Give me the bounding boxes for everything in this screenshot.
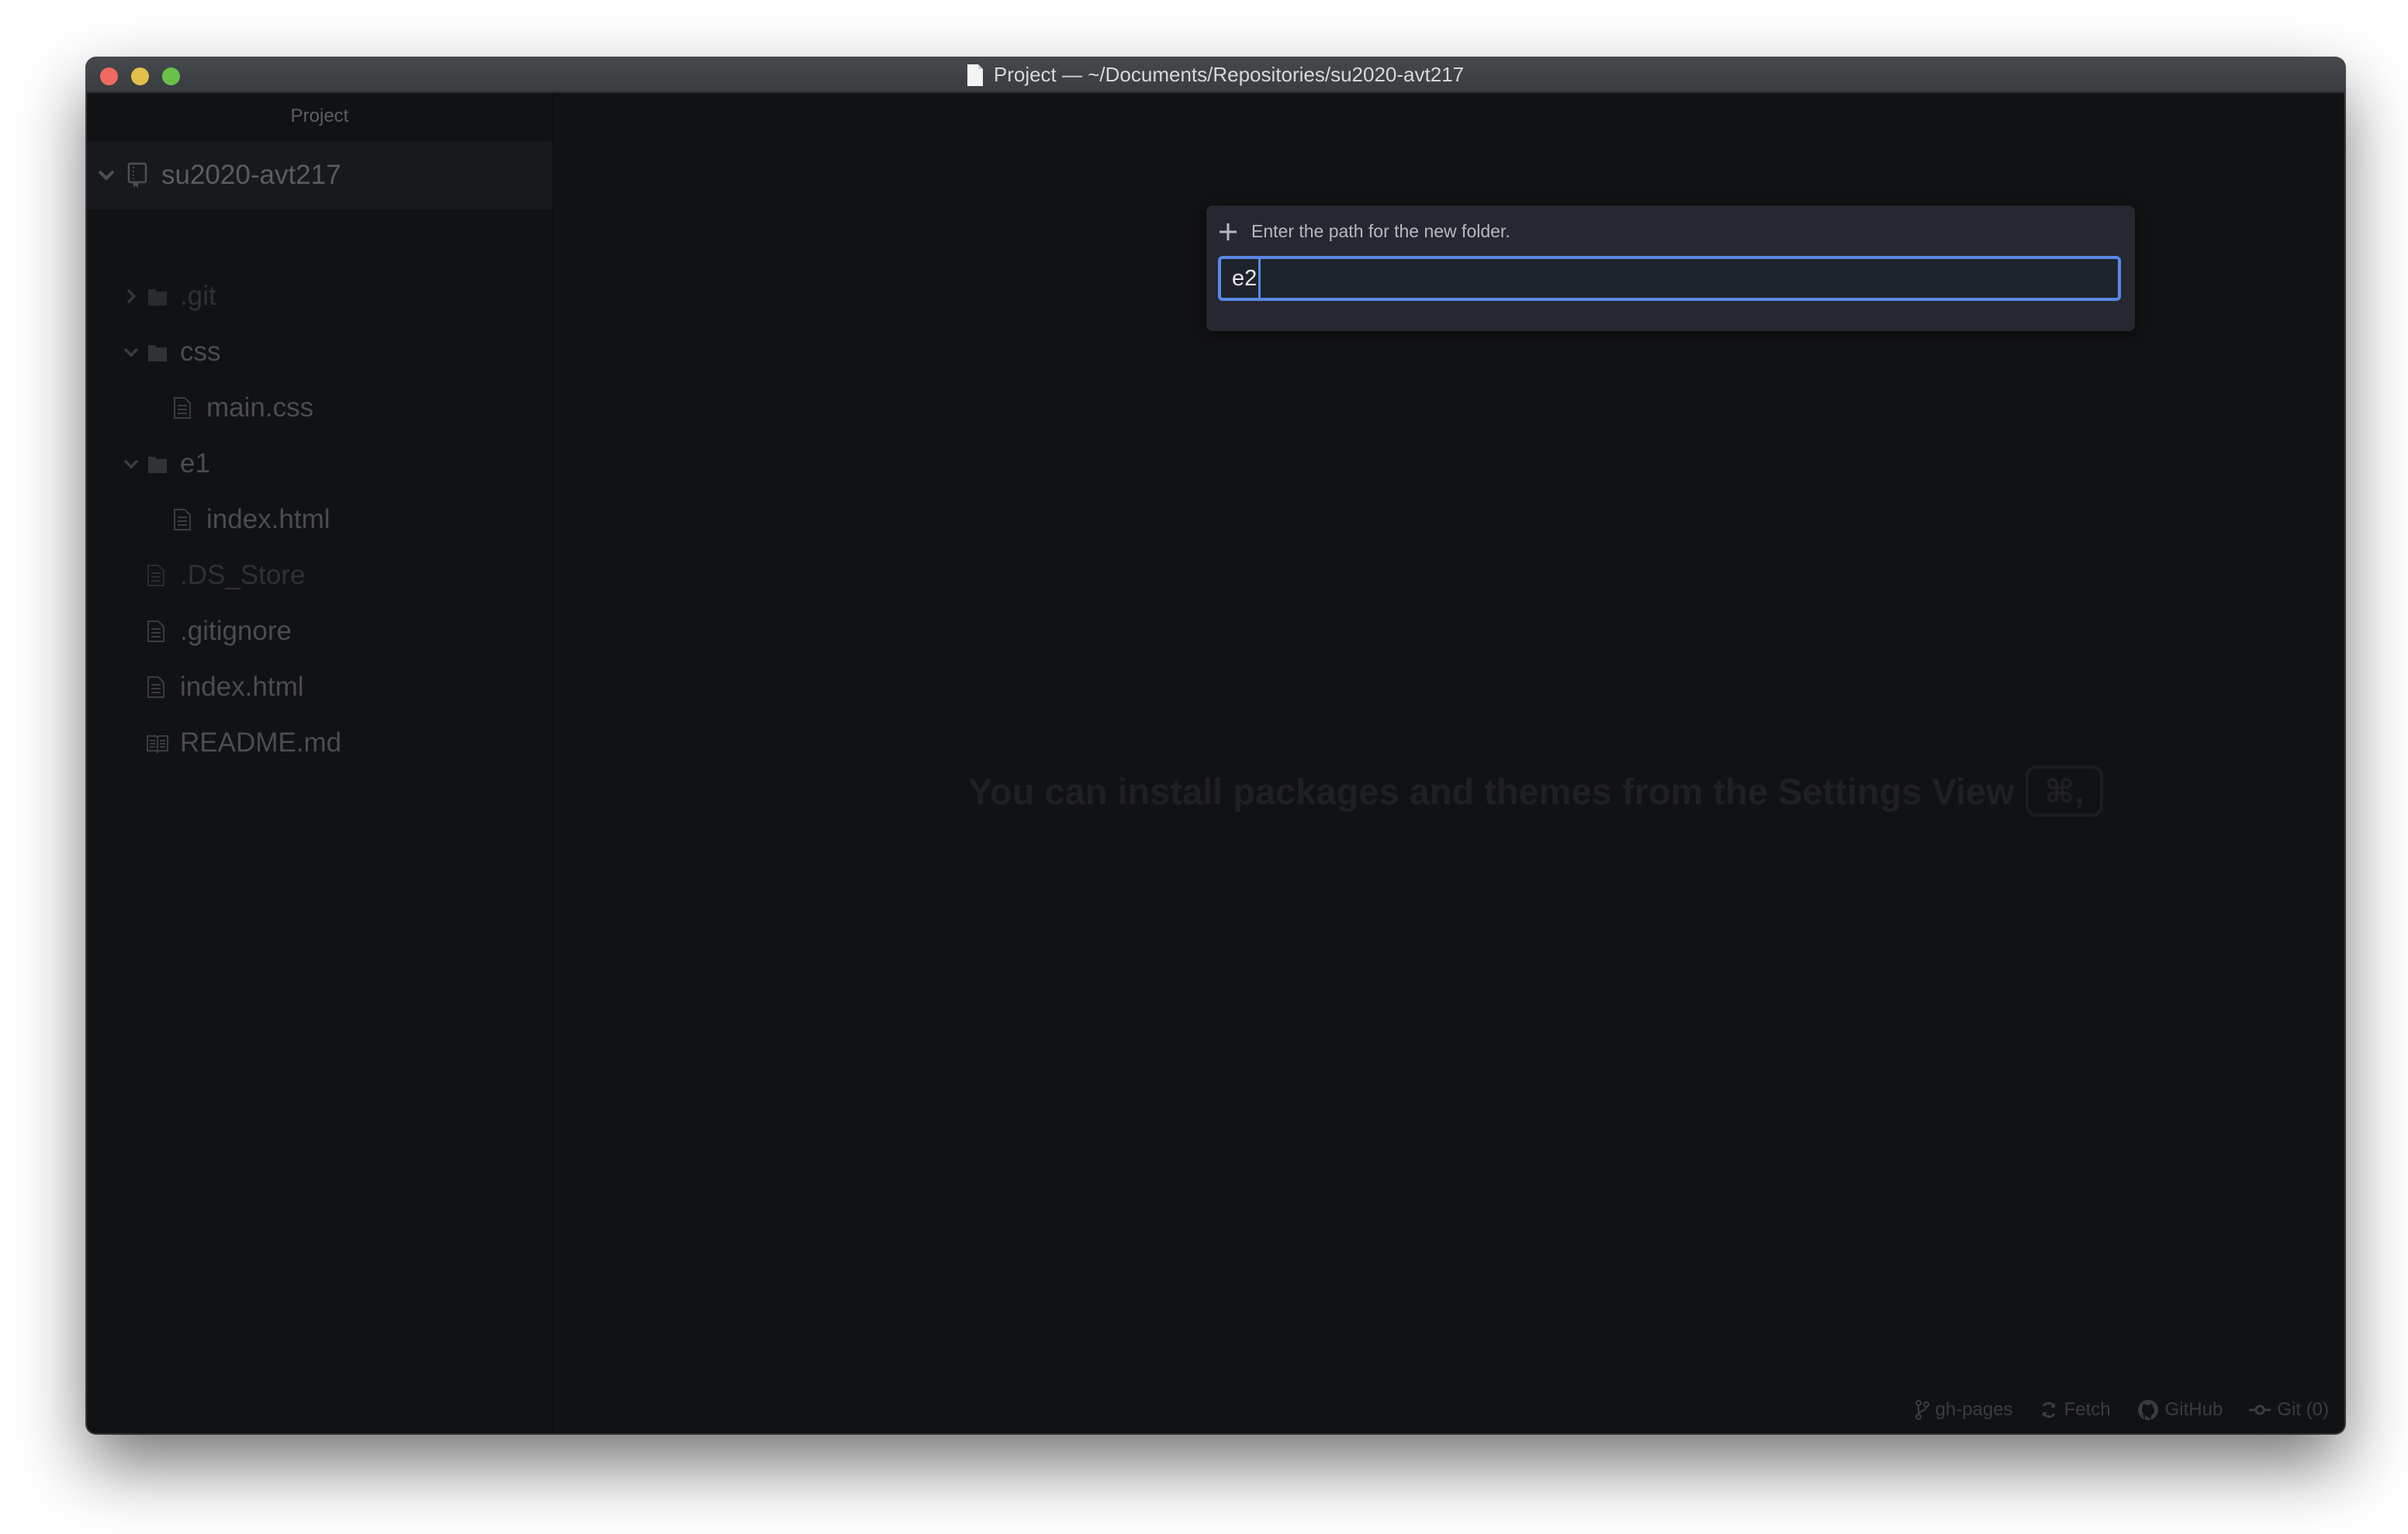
github-panel-button[interactable]: GitHub	[2137, 1399, 2223, 1421]
git-commit-icon	[2249, 1404, 2271, 1415]
chevron-right-icon	[126, 288, 137, 304]
plus-icon	[1220, 223, 1237, 240]
editor-pane[interactable]: You can install packages and themes from…	[554, 93, 2344, 1433]
keyboard-shortcut-badge: ⌘,	[2025, 765, 2103, 817]
tree-item-label: main.css	[206, 392, 314, 423]
tree-item-label: e1	[180, 448, 210, 479]
tree-item-e1-index-html[interactable]: index.html	[87, 496, 552, 543]
folder-path-input[interactable]: e2	[1218, 256, 2121, 301]
desktop: Project — ~/Documents/Repositories/su202…	[0, 0, 2408, 1534]
title-bar: Project — ~/Documents/Repositories/su202…	[87, 58, 2344, 93]
folder-path-input-value: e2	[1232, 265, 1258, 291]
branch-selector[interactable]: gh-pages	[1915, 1399, 2013, 1421]
fetch-label: Fetch	[2064, 1399, 2111, 1420]
tree-root-su2020-avt217[interactable]: su2020-avt217	[87, 141, 552, 209]
welcome-hint-text: You can install packages and themes from…	[968, 770, 2015, 812]
tree-item-git-folder[interactable]: .git	[87, 273, 552, 320]
tree-view: Project su2020-avt217 .git css main.css …	[87, 93, 571, 1433]
tree-item-label: .DS_Store	[180, 560, 306, 590]
github-label: GitHub	[2164, 1399, 2223, 1420]
git-panel-button[interactable]: Git (0)	[2249, 1399, 2329, 1421]
tree-item-label: README.md	[180, 727, 342, 758]
repo-icon	[127, 162, 147, 188]
tree-item-css-folder[interactable]: css	[87, 329, 552, 375]
tree-view-tab[interactable]: Project	[87, 93, 552, 140]
tree-item-label: index.html	[206, 504, 330, 534]
status-bar: gh-pages Fetch GitHub Git (0)	[1021, 1386, 2344, 1433]
chevron-down-icon	[123, 347, 139, 358]
tree-item-index-html[interactable]: index.html	[87, 664, 552, 710]
tree-item-readme-md[interactable]: README.md	[87, 720, 552, 766]
file-text-icon	[147, 676, 164, 698]
file-text-icon	[147, 620, 164, 642]
git-branch-icon	[1915, 1400, 1929, 1420]
file-text-icon	[174, 397, 191, 419]
tree-root-label: su2020-avt217	[161, 160, 341, 190]
window-title-text: Project — ~/Documents/Repositories/su202…	[993, 63, 1465, 86]
sync-icon	[2042, 1401, 2055, 1418]
tree-item-main-css[interactable]: main.css	[87, 385, 552, 431]
folder-icon	[148, 289, 167, 306]
tree-item-label: .git	[180, 281, 216, 311]
tree-item-label: .gitignore	[180, 616, 292, 646]
tree-item-label: css	[180, 337, 221, 367]
chevron-down-icon	[98, 170, 115, 181]
folder-icon	[148, 345, 167, 361]
fetch-button[interactable]: Fetch	[2040, 1399, 2111, 1421]
branch-name: gh-pages	[1935, 1399, 2013, 1420]
file-text-icon	[147, 565, 164, 586]
book-icon	[147, 735, 168, 754]
tree-item-gitignore[interactable]: .gitignore	[87, 608, 552, 655]
chevron-down-icon	[123, 459, 139, 469]
tree-item-ds-store[interactable]: .DS_Store	[87, 552, 552, 599]
new-folder-dialog: Enter the path for the new folder. e2	[1206, 206, 2135, 331]
github-icon	[2137, 1400, 2158, 1420]
app-window: Project — ~/Documents/Repositories/su202…	[87, 58, 2344, 1433]
dialog-prompt: Enter the path for the new folder.	[1219, 221, 1510, 242]
tree-item-label: index.html	[180, 672, 304, 702]
text-caret	[1258, 259, 1261, 298]
git-label: Git (0)	[2277, 1399, 2329, 1420]
dialog-prompt-text: Enter the path for the new folder.	[1251, 221, 1510, 241]
welcome-hint: You can install packages and themes from…	[968, 765, 2103, 817]
document-icon	[967, 64, 983, 86]
folder-icon	[148, 457, 167, 473]
file-text-icon	[174, 509, 191, 530]
tree-item-e1-folder[interactable]: e1	[87, 441, 552, 487]
window-title: Project — ~/Documents/Repositories/su202…	[87, 58, 2344, 92]
